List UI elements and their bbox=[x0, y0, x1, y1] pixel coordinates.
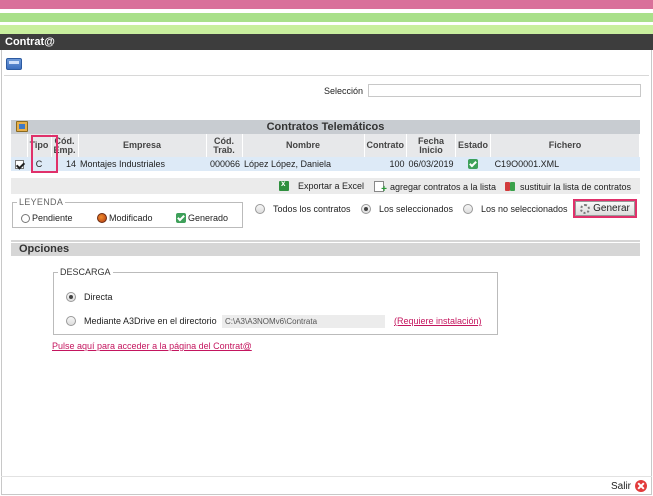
download-direct-label: Directa bbox=[84, 292, 113, 302]
cell-tipo: C bbox=[27, 157, 51, 171]
cell-cod-trab: 000066 bbox=[206, 157, 242, 171]
replace-list-label: sustituir la lista de contratos bbox=[520, 181, 632, 192]
filter-all-radio[interactable] bbox=[255, 204, 265, 214]
exit-button[interactable]: Salir bbox=[611, 480, 648, 492]
generate-button[interactable]: Generar bbox=[575, 201, 635, 216]
table-row[interactable]: C 14 Montajes Industriales 000066 López … bbox=[11, 157, 640, 171]
filter-unselected-radio[interactable] bbox=[463, 204, 473, 214]
cell-fecha-inicio: 06/03/2019 bbox=[406, 157, 456, 171]
install-required-link[interactable]: (Requiere instalación) bbox=[394, 316, 482, 326]
footer-divider bbox=[1, 476, 652, 477]
grid-options-icon[interactable] bbox=[16, 121, 28, 132]
selection-label: Selección bbox=[324, 86, 364, 96]
col-empresa[interactable]: Empresa bbox=[78, 134, 207, 157]
filter-unselected-label: Los no seleccionados bbox=[481, 204, 568, 214]
row-checkbox-cell[interactable] bbox=[11, 157, 27, 171]
legend-modified-label: Modificado bbox=[109, 213, 153, 223]
top-stripe-pink bbox=[0, 0, 653, 9]
cell-fichero: C19O0001.XML bbox=[490, 157, 640, 171]
legend-generated-label: Generado bbox=[188, 213, 229, 223]
options-section-title: Opciones bbox=[11, 240, 640, 256]
col-nombre[interactable]: Nombre bbox=[242, 134, 365, 157]
top-stripe-green bbox=[0, 13, 653, 22]
col-cod-emp[interactable]: Cód. Emp. bbox=[51, 134, 79, 157]
filter-selected-label: Los seleccionados bbox=[379, 204, 454, 214]
cell-nombre: López López, Daniela bbox=[242, 157, 364, 171]
generated-icon bbox=[176, 213, 186, 223]
table-header-row: Tipo Cód. Emp. Empresa Cód. Trab. Nombre… bbox=[11, 134, 640, 157]
legend-pending: Pendiente bbox=[21, 213, 73, 223]
filter-selected-radio[interactable] bbox=[361, 204, 371, 214]
export-excel-label: Exportar a Excel bbox=[298, 181, 365, 191]
gear-icon bbox=[580, 203, 591, 214]
cell-estado bbox=[455, 157, 491, 171]
generate-label: Generar bbox=[593, 203, 630, 214]
cell-cod-emp: 14 bbox=[51, 157, 78, 171]
replace-list-action[interactable]: sustituir la lista de contratos bbox=[505, 181, 631, 192]
cell-contrato: 100 bbox=[364, 157, 407, 171]
top-stripe-lightgreen bbox=[0, 25, 653, 34]
export-excel-action[interactable]: Exportar a Excel bbox=[279, 179, 365, 191]
generated-status-icon bbox=[468, 159, 479, 170]
download-legend: DESCARGA bbox=[60, 267, 111, 277]
selection-input[interactable] bbox=[368, 84, 641, 97]
download-a3drive-label: Mediante A3Drive en el directorio bbox=[84, 316, 217, 326]
col-check bbox=[11, 134, 28, 157]
add-list-icon bbox=[374, 181, 387, 195]
col-cod-trab[interactable]: Cód. Trab. bbox=[206, 134, 243, 157]
col-estado[interactable]: Estado bbox=[455, 134, 492, 157]
download-direct-option[interactable]: Directa bbox=[66, 292, 113, 302]
col-fichero[interactable]: Fichero bbox=[490, 134, 640, 157]
contracts-table: Tipo Cód. Emp. Empresa Cód. Trab. Nombre… bbox=[11, 134, 640, 171]
toolbar-divider bbox=[4, 75, 649, 76]
download-direct-radio[interactable] bbox=[66, 292, 76, 302]
add-contracts-label: agregar contratos a la lista bbox=[390, 181, 497, 192]
row-checkbox[interactable] bbox=[14, 160, 24, 170]
filter-all-option[interactable]: Todos los contratos bbox=[255, 204, 351, 214]
directory-field[interactable]: C:\A3\A3NOMv6\Contrata bbox=[222, 315, 385, 328]
cell-empresa: Montajes Industriales bbox=[78, 157, 206, 171]
pending-icon bbox=[21, 213, 30, 223]
exit-label: Salir bbox=[611, 480, 632, 492]
col-fecha-inicio[interactable]: Fecha Inicio bbox=[406, 134, 457, 157]
legend-pending-label: Pendiente bbox=[32, 213, 73, 223]
download-a3drive-radio[interactable] bbox=[66, 316, 76, 326]
contrata-page-link[interactable]: Pulse aquí para acceder a la página del … bbox=[52, 341, 252, 351]
download-a3drive-option[interactable]: Mediante A3Drive en el directorio bbox=[66, 316, 217, 326]
close-icon bbox=[635, 480, 648, 492]
filter-all-label: Todos los contratos bbox=[273, 204, 351, 214]
legend-title: LEYENDA bbox=[19, 197, 64, 207]
col-tipo[interactable]: Tipo bbox=[27, 134, 52, 157]
legend-generated: Generado bbox=[176, 213, 228, 223]
col-contrato[interactable]: Contrato bbox=[364, 134, 407, 157]
filter-unselected-option[interactable]: Los no seleccionados bbox=[463, 204, 568, 214]
swap-list-icon bbox=[505, 181, 516, 192]
grid-title: Contratos Telemáticos bbox=[11, 120, 640, 134]
excel-icon bbox=[279, 179, 289, 191]
window-icon-button[interactable] bbox=[6, 58, 22, 70]
app-title: Contrat@ bbox=[0, 34, 653, 50]
add-contracts-action[interactable]: agregar contratos a la lista bbox=[374, 181, 497, 195]
modified-icon bbox=[97, 213, 107, 223]
filter-selected-option[interactable]: Los seleccionados bbox=[361, 204, 453, 214]
legend-modified: Modificado bbox=[97, 213, 153, 223]
